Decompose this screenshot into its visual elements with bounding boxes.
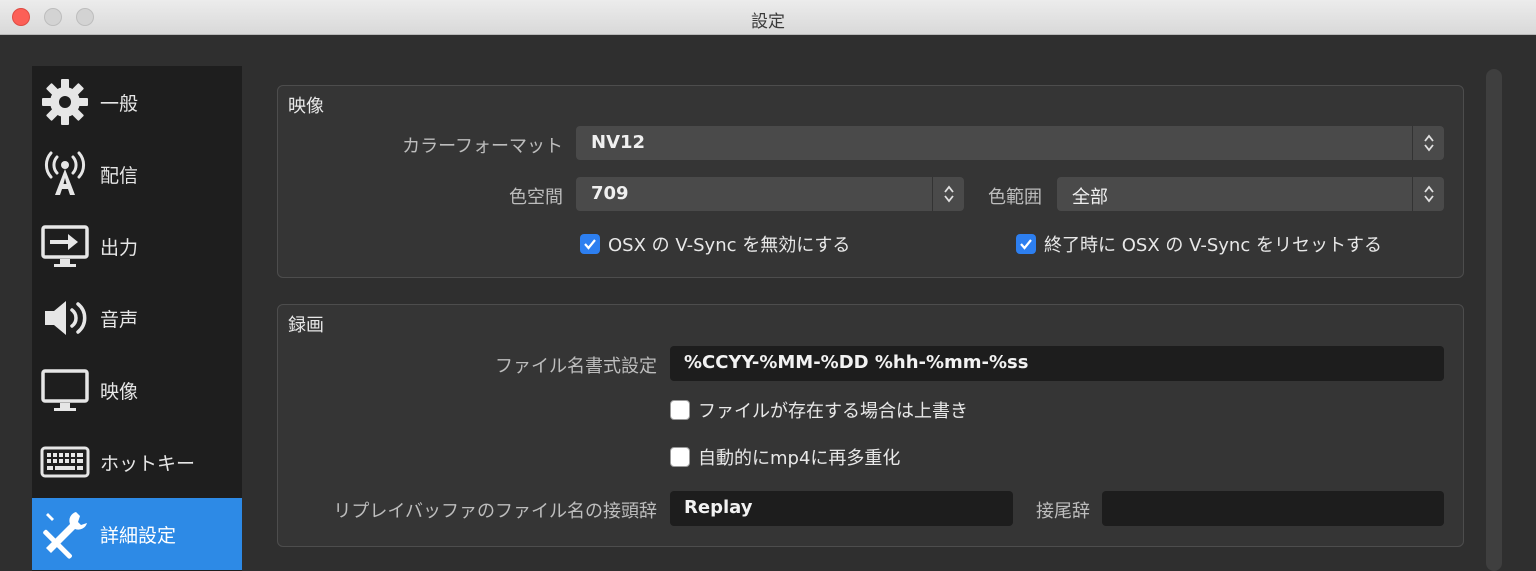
sidebar-item-label: 配信 bbox=[100, 164, 139, 187]
checkbox-unchecked-icon bbox=[670, 400, 690, 420]
automux-checkbox[interactable]: 自動的にmp4に再多重化 bbox=[670, 444, 900, 470]
group-title-video: 映像 bbox=[288, 96, 324, 117]
sidebar-item-hotkeys[interactable]: ホットキー bbox=[32, 426, 242, 498]
sidebar-item-label: 出力 bbox=[100, 236, 139, 259]
sidebar-item-advanced[interactable]: 詳細設定 bbox=[32, 498, 242, 570]
checkbox-unchecked-icon bbox=[670, 447, 690, 467]
filename-format-label: ファイル名書式設定 bbox=[495, 356, 657, 377]
select-arrows-icon bbox=[1412, 177, 1444, 211]
group-title-recording: 録画 bbox=[288, 315, 324, 336]
sidebar-item-audio[interactable]: 音声 bbox=[32, 282, 242, 354]
speaker-icon bbox=[38, 291, 92, 345]
select-arrows-icon bbox=[932, 177, 964, 211]
gear-icon bbox=[38, 75, 92, 129]
color-range-value: 全部 bbox=[1072, 187, 1108, 208]
suffix-label: 接尾辞 bbox=[1036, 501, 1090, 522]
color-format-value: NV12 bbox=[591, 132, 646, 153]
sidebar-item-output[interactable]: 出力 bbox=[32, 210, 242, 282]
reset-vsync-label: 終了時に OSX の V-Sync をリセットする bbox=[1044, 235, 1382, 256]
color-range-label: 色範囲 bbox=[988, 187, 1042, 208]
color-format-select[interactable]: NV12 bbox=[576, 126, 1444, 160]
color-space-label: 色空間 bbox=[509, 187, 563, 208]
color-format-label: カラーフォーマット bbox=[402, 136, 563, 157]
keyboard-icon bbox=[38, 435, 92, 489]
filename-format-input[interactable]: %CCYY-%MM-%DD %hh-%mm-%ss bbox=[670, 346, 1444, 381]
video-settings-group: 映像 カラーフォーマット NV12 色空間 709 色範囲 全部 OSX の V… bbox=[277, 85, 1464, 278]
tools-icon bbox=[38, 507, 92, 561]
title-bar: 設定 bbox=[0, 0, 1536, 35]
checkbox-checked-icon bbox=[1016, 234, 1036, 254]
overwrite-label: ファイルが存在する場合は上書き bbox=[698, 401, 968, 422]
recording-settings-group: 録画 ファイル名書式設定 %CCYY-%MM-%DD %hh-%mm-%ss フ… bbox=[277, 304, 1464, 547]
overwrite-checkbox[interactable]: ファイルが存在する場合は上書き bbox=[670, 397, 968, 423]
output-monitor-icon bbox=[38, 219, 92, 273]
filename-format-value: %CCYY-%MM-%DD %hh-%mm-%ss bbox=[684, 352, 1029, 373]
replay-prefix-label: リプレイバッファのファイル名の接頭辞 bbox=[333, 501, 657, 522]
sidebar-item-label: ホットキー bbox=[100, 452, 196, 475]
sidebar-item-stream[interactable]: 配信 bbox=[32, 138, 242, 210]
sidebar-item-label: 詳細設定 bbox=[100, 524, 177, 547]
vertical-scrollbar[interactable] bbox=[1486, 69, 1502, 571]
select-arrows-icon bbox=[1412, 126, 1444, 160]
broadcast-antenna-icon bbox=[38, 147, 92, 201]
sidebar-item-label: 音声 bbox=[100, 308, 139, 331]
color-space-select[interactable]: 709 bbox=[576, 177, 964, 211]
disable-vsync-label: OSX の V-Sync を無効にする bbox=[608, 235, 851, 256]
sidebar-item-label: 映像 bbox=[100, 380, 139, 403]
sidebar-item-label: 一般 bbox=[100, 92, 139, 115]
color-space-value: 709 bbox=[591, 183, 629, 204]
replay-prefix-value: Replay bbox=[684, 497, 753, 518]
monitor-icon bbox=[38, 363, 92, 417]
settings-window: 一般 配信 出力 音声 映像 ホットキー 詳細設定 映像 カラーフォーマット N… bbox=[0, 35, 1536, 571]
suffix-input[interactable] bbox=[1102, 491, 1444, 526]
sidebar-item-general[interactable]: 一般 bbox=[32, 66, 242, 138]
checkbox-checked-icon bbox=[580, 234, 600, 254]
reset-vsync-checkbox[interactable]: 終了時に OSX の V-Sync をリセットする bbox=[1016, 231, 1382, 257]
disable-vsync-checkbox[interactable]: OSX の V-Sync を無効にする bbox=[580, 231, 850, 257]
sidebar-item-video[interactable]: 映像 bbox=[32, 354, 242, 426]
replay-prefix-input[interactable]: Replay bbox=[670, 491, 1013, 526]
window-title: 設定 bbox=[751, 12, 785, 32]
color-range-select[interactable]: 全部 bbox=[1057, 177, 1444, 211]
automux-label: 自動的にmp4に再多重化 bbox=[698, 448, 901, 469]
settings-sidebar: 一般 配信 出力 音声 映像 ホットキー 詳細設定 bbox=[32, 66, 242, 571]
